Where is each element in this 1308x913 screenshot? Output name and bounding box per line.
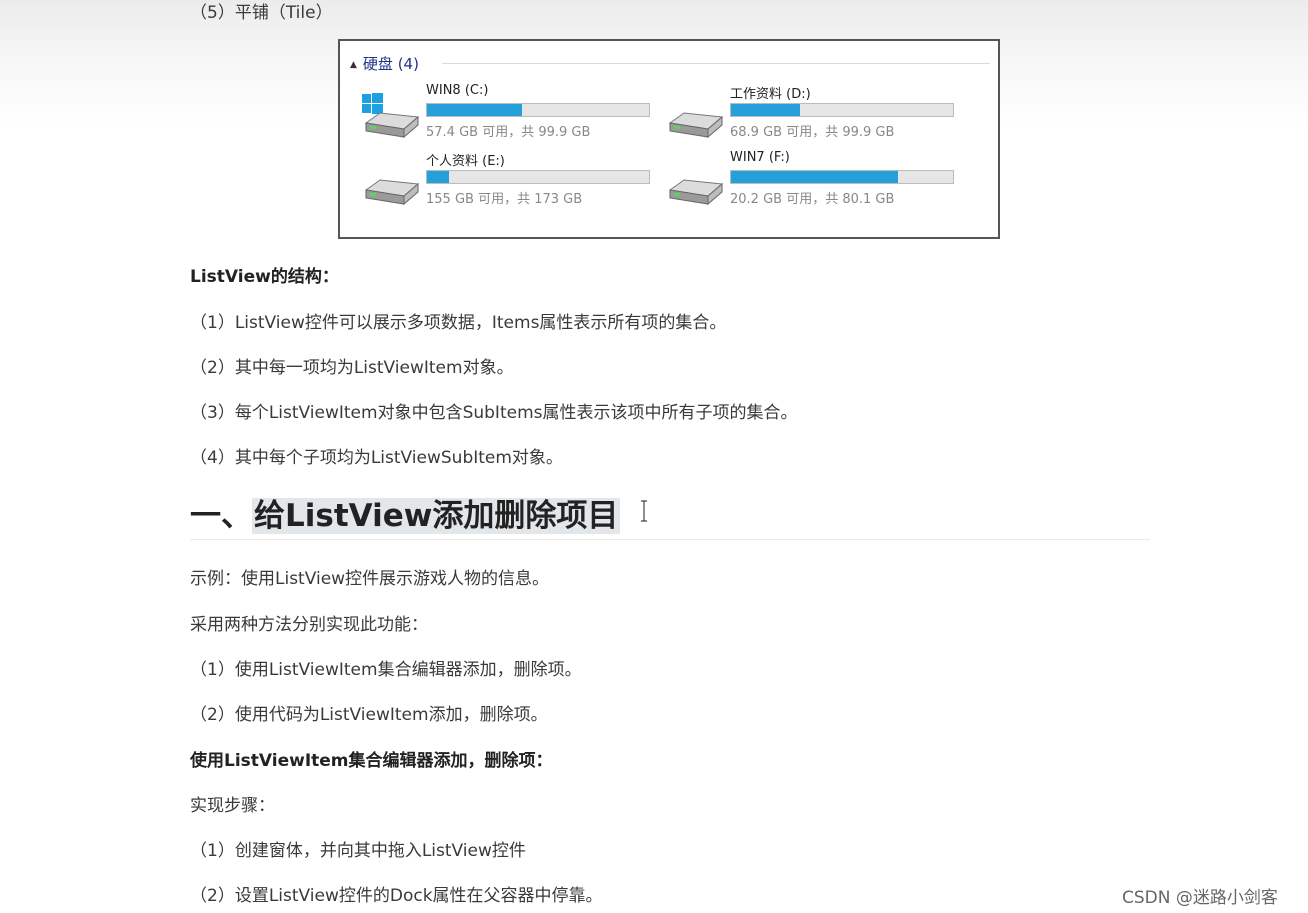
drive-tile[interactable]: WIN7 (F:) 20.2 GB 可用，共 80.1 GB (664, 150, 964, 210)
text-cursor-icon (641, 500, 647, 522)
group-label: 硬盘 (4) (362, 55, 419, 73)
heading-divider (190, 539, 1150, 540)
drive-usage-fill (731, 104, 800, 116)
drive-usage-fill (731, 171, 898, 183)
group-divider (442, 63, 990, 64)
drive-name: 个人资料 (E:) (426, 154, 505, 169)
hard-drive-icon (668, 112, 724, 139)
section-heading: 一、给ListView添加删除项目 (190, 490, 621, 535)
drive-usage-bar (426, 103, 650, 117)
method-item: （1）使用ListViewItem集合编辑器添加，删除项。 (190, 660, 582, 680)
drive-usage-bar (426, 170, 650, 184)
hard-drive-icon (668, 179, 724, 206)
drive-space-info: 68.9 GB 可用，共 99.9 GB (730, 125, 895, 140)
list-item-tile: （5）平铺（Tile） (190, 3, 333, 23)
step-item: （2）设置ListView控件的Dock属性在父容器中停靠。 (190, 886, 603, 906)
drive-usage-bar (730, 170, 954, 184)
structure-item: （2）其中每一项均为ListViewItem对象。 (190, 358, 514, 378)
hard-drive-icon (364, 179, 420, 206)
steps-intro: 实现步骤： (190, 796, 275, 816)
structure-item: （4）其中每个子项均为ListViewSubItem对象。 (190, 448, 563, 468)
drive-usage-bar (730, 103, 954, 117)
collapse-triangle-icon[interactable]: ▲ (350, 60, 357, 70)
structure-title: ListView的结构： (190, 267, 339, 287)
windows-drive-icon (362, 93, 420, 139)
drive-space-info: 155 GB 可用，共 173 GB (426, 192, 583, 207)
drive-name: WIN8 (C:) (426, 83, 489, 98)
drive-tile[interactable]: 个人资料 (E:) 155 GB 可用，共 173 GB (360, 150, 660, 210)
csdn-watermark: CSDN @迷路小剑客 (1122, 888, 1278, 908)
drive-name: 工作资料 (D:) (730, 87, 811, 102)
structure-item: （1）ListView控件可以展示多项数据，Items属性表示所有项的集合。 (190, 313, 727, 333)
subheading: 使用ListViewItem集合编辑器添加，删除项： (190, 751, 553, 771)
drive-tile[interactable]: 工作资料 (D:) 68.9 GB 可用，共 99.9 GB (664, 83, 964, 143)
example-text: 示例：使用ListView控件展示游戏人物的信息。 (190, 569, 550, 589)
tile-view-figure: ▲ 硬盘 (4) WIN8 (C:) 57.4 GB 可用，共 99.9 GB 工… (338, 39, 1000, 239)
drive-group-header[interactable]: ▲ 硬盘 (4) (350, 53, 419, 74)
section-heading-text[interactable]: 给ListView添加删除项目 (252, 498, 621, 534)
drive-space-info: 57.4 GB 可用，共 99.9 GB (426, 125, 591, 140)
section-heading-prefix: 一、 (190, 498, 252, 534)
drive-name: WIN7 (F:) (730, 150, 790, 165)
methods-intro: 采用两种方法分别实现此功能： (190, 615, 428, 635)
drive-usage-fill (427, 104, 523, 116)
drive-tile[interactable]: WIN8 (C:) 57.4 GB 可用，共 99.9 GB (360, 83, 660, 143)
method-item: （2）使用代码为ListViewItem添加，删除项。 (190, 705, 548, 725)
structure-item: （3）每个ListViewItem对象中包含SubItems属性表示该项中所有子… (190, 403, 798, 423)
drive-space-info: 20.2 GB 可用，共 80.1 GB (730, 192, 895, 207)
drive-usage-fill (427, 171, 450, 183)
step-item: （1）创建窗体，并向其中拖入ListView控件 (190, 841, 526, 861)
